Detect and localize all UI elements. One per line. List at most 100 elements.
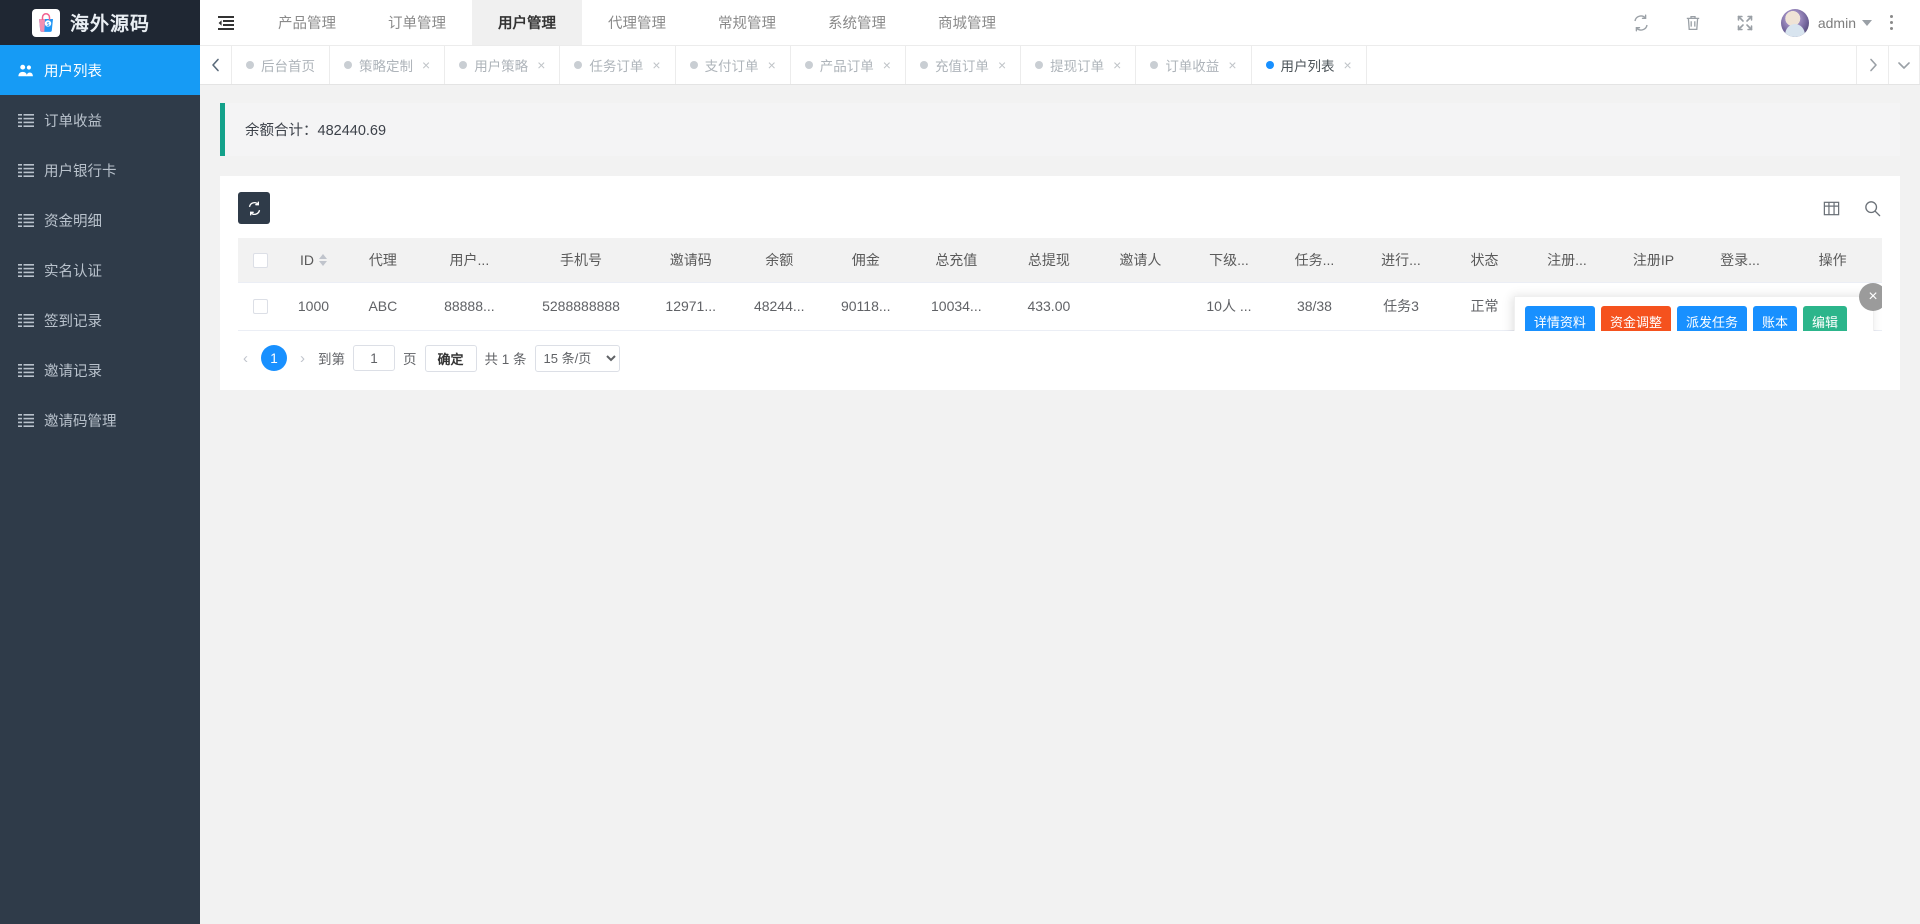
tab-2[interactable]: 策略定制× (330, 46, 445, 84)
sidebar-item-7[interactable]: 邀请记录 (0, 345, 200, 395)
user-list-panel: ID代理用户...手机号邀请码余额佣金总充值总提现邀请人下级...任务...进行… (220, 176, 1900, 390)
sidebar-item-1[interactable]: 用户列表 (0, 45, 200, 95)
table-head: ID代理用户...手机号邀请码余额佣金总充值总提现邀请人下级...任务...进行… (238, 238, 1882, 282)
fullscreen-icon[interactable] (1719, 0, 1771, 45)
pagination: ‹ 1 › 到第 页 确定 共 1 条 15 条/页30 条/页50 条/页10… (238, 331, 1882, 372)
sort-icon[interactable] (319, 254, 327, 266)
list-icon (18, 112, 34, 128)
sidebar-item-3[interactable]: 用户银行卡 (0, 145, 200, 195)
column-header-commission[interactable]: 佣金 (822, 238, 911, 282)
tab-9[interactable]: 订单收益× (1136, 46, 1251, 84)
top-nav-item-5[interactable]: 常规管理 (692, 0, 802, 45)
column-header-status[interactable]: 状态 (1445, 238, 1523, 282)
column-header-register_ip[interactable]: 注册IP (1610, 238, 1697, 282)
tab-close-icon[interactable]: × (883, 58, 891, 72)
chevron-left-icon[interactable] (200, 46, 232, 84)
cell-total_withdraw: 433.00 (1003, 282, 1096, 330)
chevron-right-icon[interactable] (1856, 46, 1888, 84)
page-size-select[interactable]: 15 条/页30 条/页50 条/页100 条/页 (535, 345, 620, 372)
tabs-dropdown-icon[interactable] (1888, 46, 1920, 84)
sidebar-item-2[interactable]: 订单收益 (0, 95, 200, 145)
close-icon[interactable]: × (1859, 283, 1882, 311)
tab-status-dot (1266, 61, 1274, 69)
user-name[interactable]: admin (1818, 15, 1856, 31)
operation-button-3[interactable]: 派发任务 (1677, 306, 1747, 331)
goto-prefix-label: 到第 (318, 348, 345, 368)
top-nav-item-7[interactable]: 商城管理 (912, 0, 1022, 45)
tab-6[interactable]: 产品订单× (791, 46, 906, 84)
cell-commission: 90118... (822, 282, 911, 330)
sidebar-item-8[interactable]: 邀请码管理 (0, 395, 200, 445)
column-header-phone[interactable]: 手机号 (518, 238, 645, 282)
pagination-next-button[interactable]: › (295, 350, 310, 367)
column-header-login[interactable]: 登录... (1697, 238, 1784, 282)
columns-settings-icon[interactable] (1822, 199, 1841, 218)
column-header-progress[interactable]: 进行... (1357, 238, 1446, 282)
tab-status-dot (574, 61, 582, 69)
tab-close-icon[interactable]: × (422, 58, 430, 72)
tab-close-icon[interactable]: × (537, 58, 545, 72)
cell-total_recharge: 10034... (910, 282, 1003, 330)
tab-4[interactable]: 任务订单× (560, 46, 675, 84)
main-area: 产品管理订单管理用户管理代理管理常规管理系统管理商城管理 (200, 0, 1920, 924)
search-icon[interactable] (1863, 199, 1882, 218)
top-nav-item-4[interactable]: 代理管理 (582, 0, 692, 45)
chevron-down-icon[interactable] (1862, 20, 1872, 26)
top-nav-item-3[interactable]: 用户管理 (472, 0, 582, 45)
avatar[interactable] (1781, 9, 1809, 37)
sidebar-item-5[interactable]: 实名认证 (0, 245, 200, 295)
tab-close-icon[interactable]: × (1344, 58, 1352, 72)
operation-button-1[interactable]: 详情资料 (1525, 306, 1595, 331)
column-header-total_withdraw[interactable]: 总提现 (1003, 238, 1096, 282)
select-all-checkbox[interactable] (253, 253, 268, 268)
total-count-label: 共 1 条 (485, 348, 527, 368)
column-header-checkbox[interactable] (238, 238, 282, 282)
vertical-dots-icon[interactable] (1876, 0, 1906, 45)
tab-3[interactable]: 用户策略× (445, 46, 560, 84)
list-icon (18, 162, 34, 178)
column-header-inviter[interactable]: 邀请人 (1095, 238, 1186, 282)
tab-1[interactable]: 后台首页 (232, 46, 330, 84)
column-header-task[interactable]: 任务... (1272, 238, 1357, 282)
top-nav-item-1[interactable]: 产品管理 (252, 0, 362, 45)
column-header-total_recharge[interactable]: 总充值 (910, 238, 1003, 282)
top-nav-item-6[interactable]: 系统管理 (802, 0, 912, 45)
column-header-operation[interactable]: 操作 (1783, 238, 1882, 282)
goto-confirm-button[interactable]: 确定 (425, 345, 477, 372)
tab-close-icon[interactable]: × (1228, 58, 1236, 72)
operation-button-4[interactable]: 账本 (1753, 306, 1797, 331)
table-refresh-button[interactable] (238, 192, 270, 224)
column-header-agent[interactable]: 代理 (345, 238, 421, 282)
tab-close-icon[interactable]: × (652, 58, 660, 72)
operation-button-5[interactable]: 编辑 (1803, 306, 1847, 331)
tab-7[interactable]: 充值订单× (906, 46, 1021, 84)
tab-5[interactable]: 支付订单× (676, 46, 791, 84)
refresh-icon[interactable] (1615, 0, 1667, 45)
pagination-prev-button[interactable]: ‹ (238, 350, 253, 367)
menu-collapse-icon[interactable] (200, 0, 252, 45)
tab-status-dot (1035, 61, 1043, 69)
brand[interactable]: $ 海外源码 (0, 0, 200, 45)
top-nav-item-2[interactable]: 订单管理 (362, 0, 472, 45)
goto-page-input[interactable] (353, 345, 395, 371)
column-header-username[interactable]: 用户... (421, 238, 518, 282)
tab-close-icon[interactable]: × (768, 58, 776, 72)
operation-button-2[interactable]: 资金调整 (1601, 306, 1671, 331)
tab-10[interactable]: 用户列表× (1252, 46, 1367, 84)
list-icon (18, 212, 34, 228)
tab-close-icon[interactable]: × (998, 58, 1006, 72)
table-header-row: ID代理用户...手机号邀请码余额佣金总充值总提现邀请人下级...任务...进行… (238, 238, 1882, 282)
pagination-page-1[interactable]: 1 (261, 345, 287, 371)
trash-icon[interactable] (1667, 0, 1719, 45)
sidebar-item-6[interactable]: 签到记录 (0, 295, 200, 345)
sidebar-item-4[interactable]: 资金明细 (0, 195, 200, 245)
row-operations-popover: 详情资料资金调整派发任务账本编辑× (1514, 296, 1874, 331)
tab-8[interactable]: 提现订单× (1021, 46, 1136, 84)
column-header-invite_code[interactable]: 邀请码 (644, 238, 737, 282)
column-header-balance[interactable]: 余额 (737, 238, 822, 282)
column-header-register_time[interactable]: 注册... (1524, 238, 1611, 282)
row-checkbox[interactable] (253, 299, 268, 314)
column-header-subordinate[interactable]: 下级... (1186, 238, 1273, 282)
column-header-id[interactable]: ID (282, 238, 344, 282)
tab-close-icon[interactable]: × (1113, 58, 1121, 72)
